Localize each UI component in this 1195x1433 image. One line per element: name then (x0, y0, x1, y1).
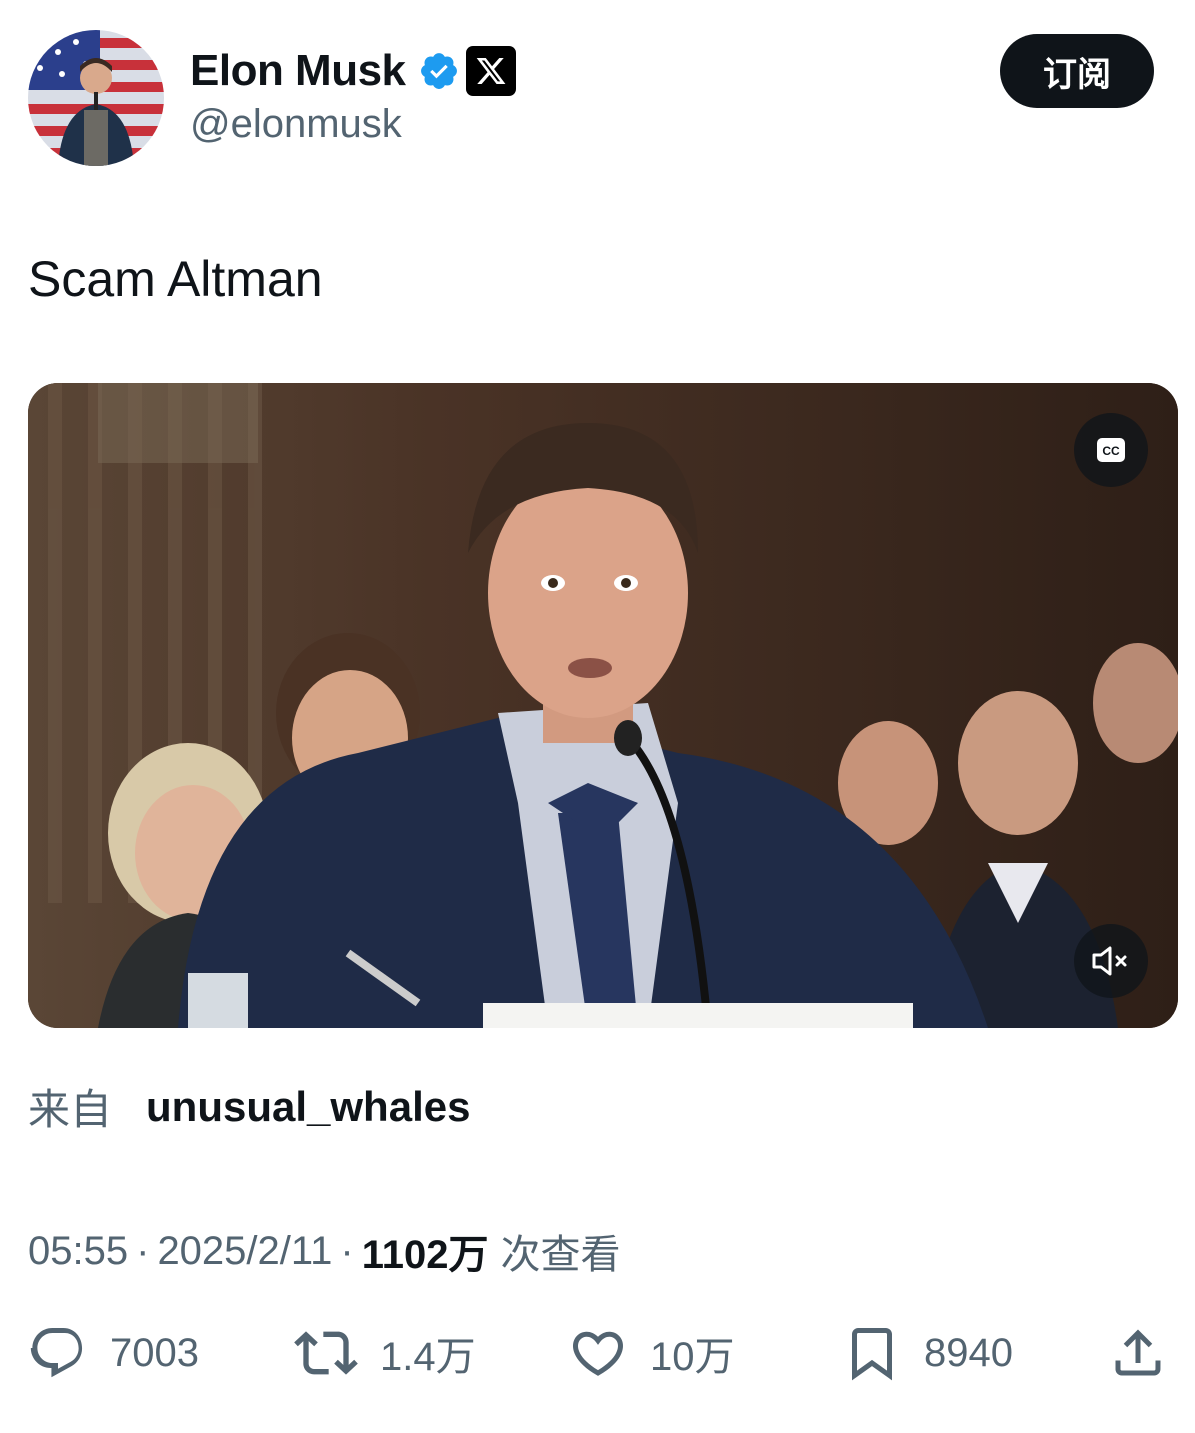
author-name-row[interactable]: Elon Musk (190, 44, 516, 98)
heart-icon (572, 1331, 624, 1376)
like-count: 10万 (650, 1335, 735, 1379)
retweet-count: 1.4万 (380, 1335, 476, 1379)
meta-separator: · (340, 1228, 354, 1273)
like-button[interactable]: 10万 (568, 1318, 735, 1388)
author-handle[interactable]: @elonmusk (190, 102, 402, 147)
video-frame (28, 383, 1178, 1028)
closed-captions-button[interactable]: CC (1074, 413, 1148, 487)
action-bar: 7003 1.4万 10万 8940 (28, 1318, 1168, 1388)
tweet-time[interactable]: 05:55 (28, 1229, 128, 1274)
meta-separator: · (136, 1228, 150, 1273)
reply-count: 7003 (110, 1330, 199, 1375)
bookmark-button[interactable]: 8940 (842, 1318, 1013, 1388)
bookmark-icon (852, 1328, 892, 1381)
reply-icon (30, 1328, 83, 1378)
video-source: 来自 unusual_whales (28, 1076, 470, 1137)
mute-toggle-button[interactable] (1074, 924, 1148, 998)
x-logo-icon (465, 46, 516, 96)
reply-button[interactable]: 7003 (28, 1318, 199, 1388)
video-player[interactable]: CC (28, 383, 1178, 1028)
tweet-date[interactable]: 2025/2/11 (157, 1229, 332, 1274)
tweet-text: Scam Altman (28, 251, 323, 307)
share-button[interactable] (1108, 1318, 1168, 1388)
retweet-icon (294, 1331, 358, 1375)
source-account-link[interactable]: unusual_whales (146, 1083, 470, 1131)
verified-badge-icon (420, 53, 457, 89)
views-label: 次查看 (500, 1233, 621, 1277)
retweet-button[interactable]: 1.4万 (294, 1318, 476, 1388)
volume-muted-icon (1092, 946, 1127, 976)
source-prefix: 来自 (28, 1086, 113, 1133)
author-display-name[interactable]: Elon Musk (190, 46, 406, 96)
share-icon (1115, 1329, 1161, 1376)
closed-captions-label: CC (1102, 444, 1120, 458)
bookmark-count: 8940 (924, 1330, 1013, 1375)
tweet-meta: 05:55 · 2025/2/11 · 1102万 次查看 (28, 1222, 621, 1280)
avatar[interactable] (28, 30, 164, 166)
closed-captions-icon: CC (1097, 438, 1125, 462)
views-count: 1102万 (361, 1233, 489, 1277)
subscribe-button[interactable]: 订阅 (1000, 34, 1154, 108)
